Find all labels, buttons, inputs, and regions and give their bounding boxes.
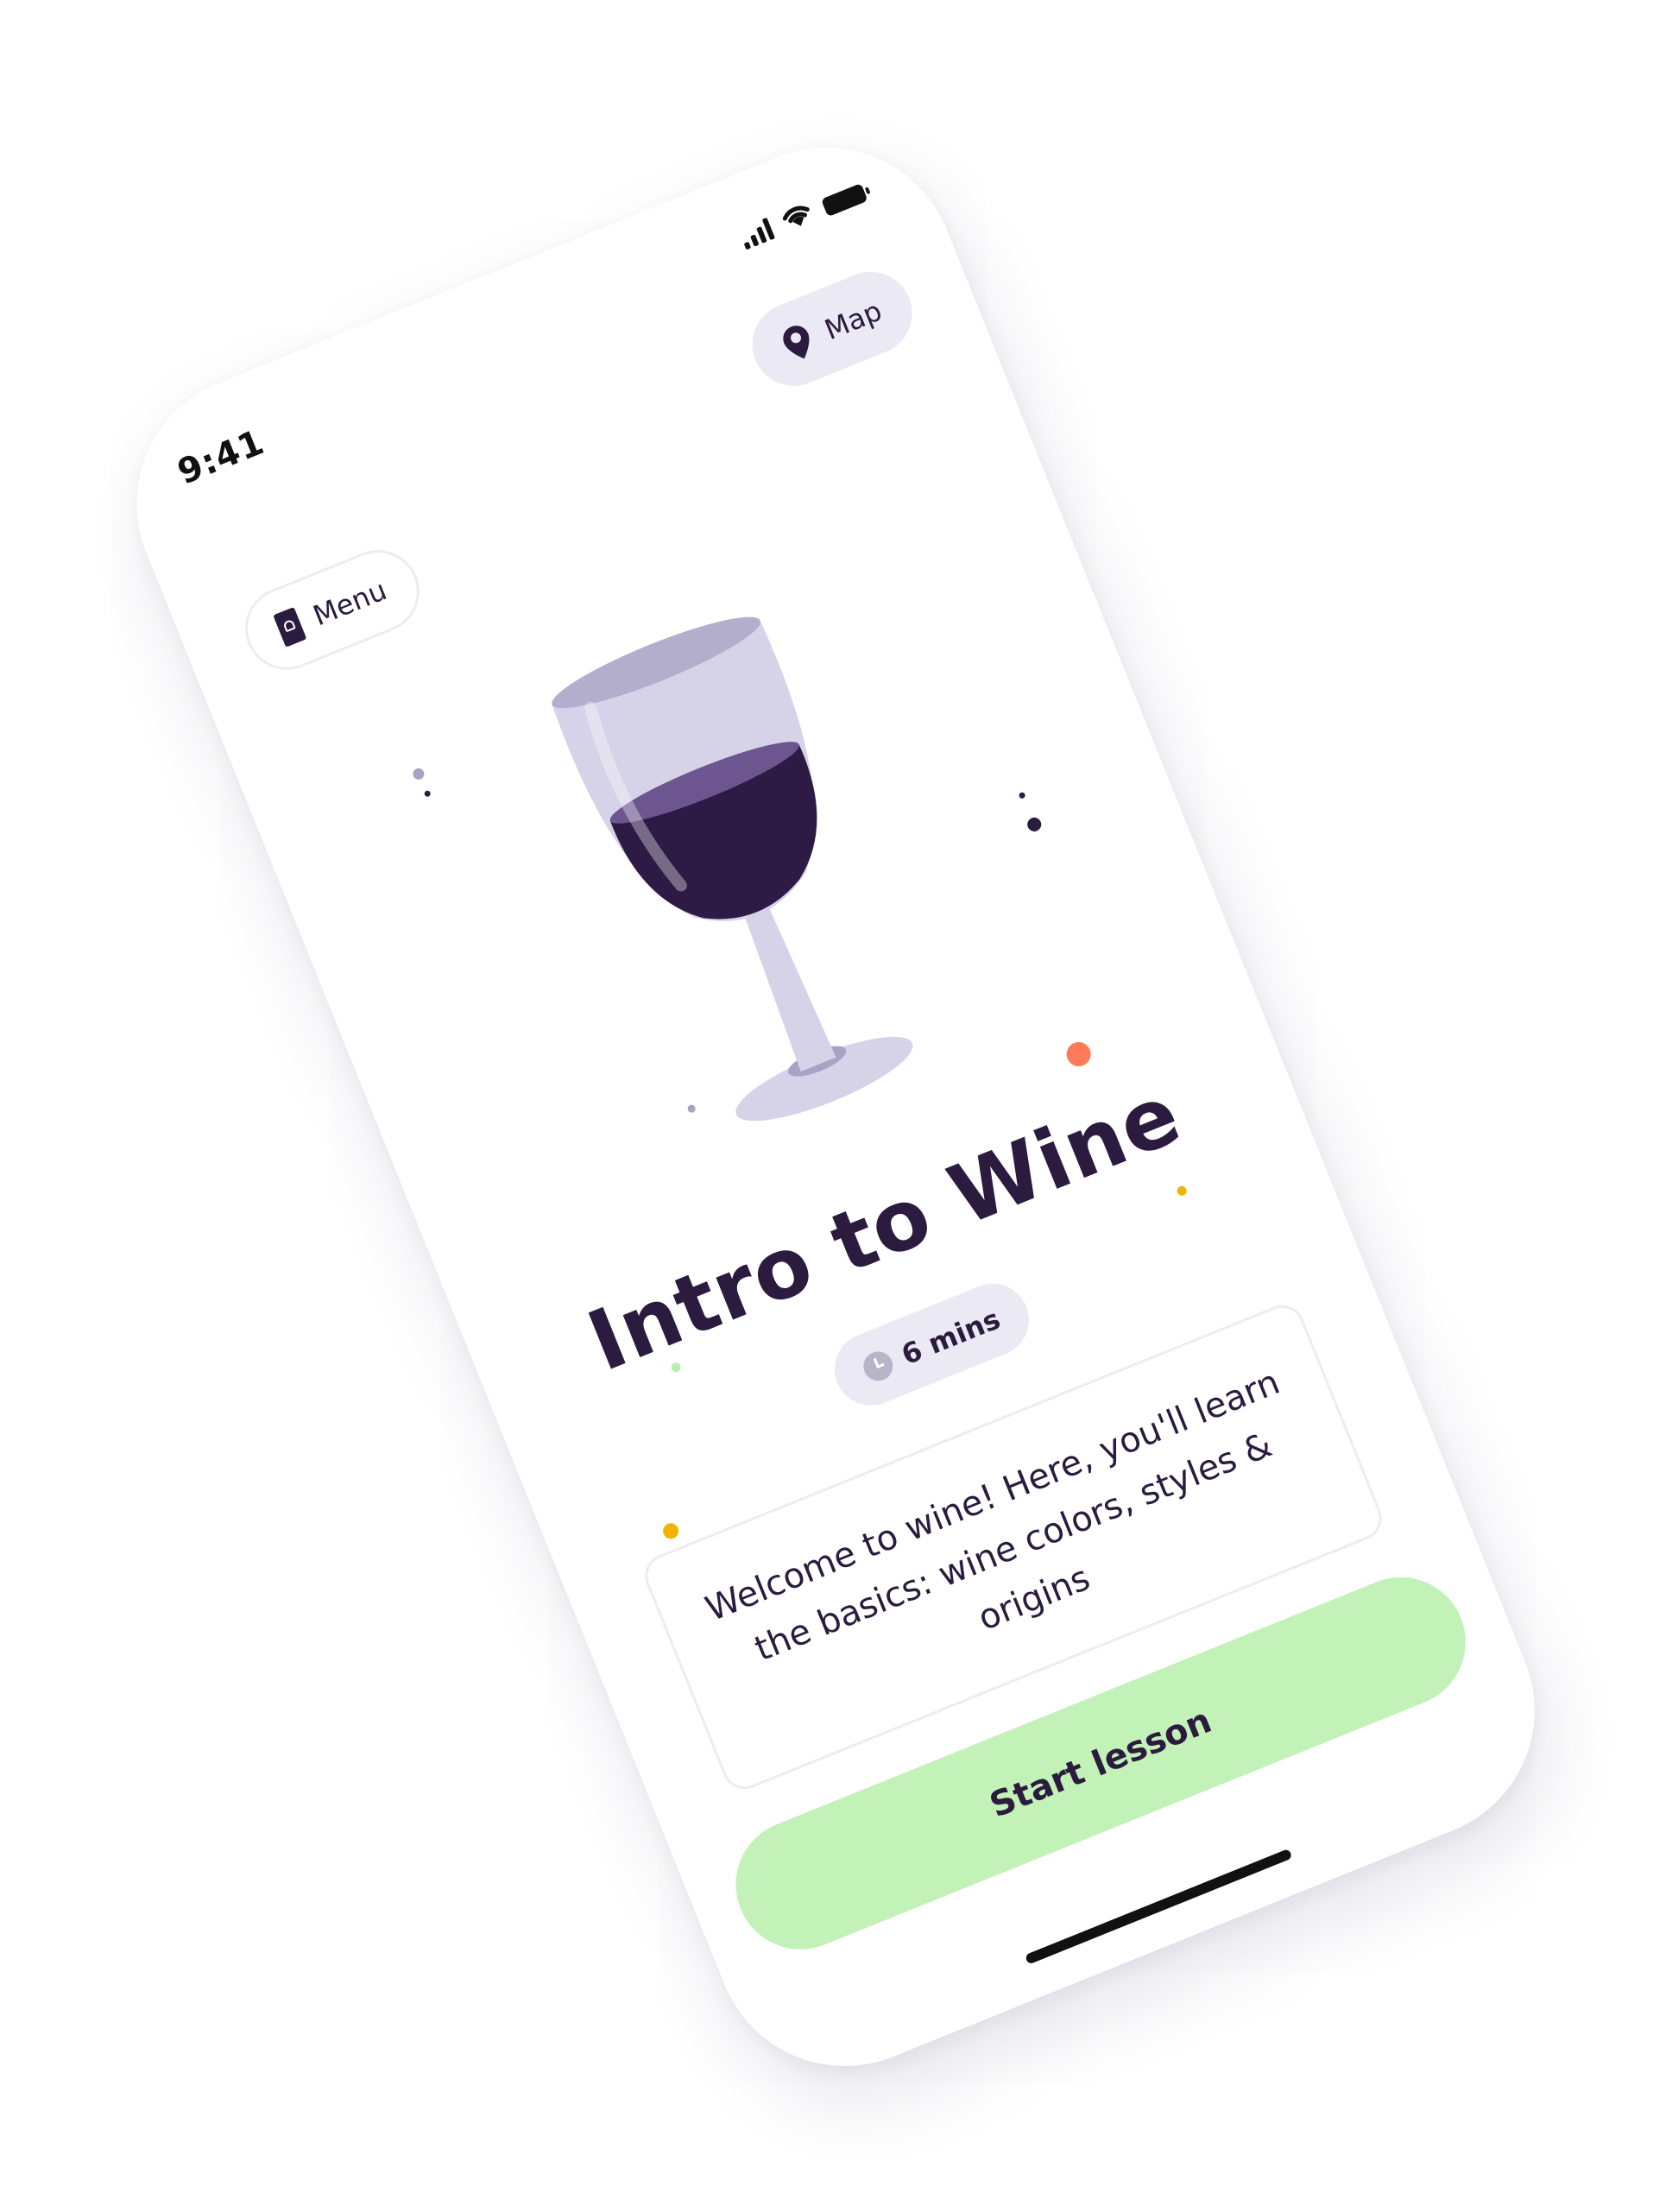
- mockup-stage: 9:41 Menu Map Intro to Wine 6 mins Welco…: [0, 0, 1672, 2212]
- confetti-dot: [423, 789, 432, 798]
- battery-icon: [820, 183, 868, 218]
- cellular-signal-icon: [738, 217, 776, 250]
- map-button[interactable]: Map: [740, 259, 925, 399]
- wifi-icon: [782, 205, 810, 226]
- menu-label: Menu: [308, 573, 392, 633]
- phone-screen: 9:41 Menu Map Intro to Wine 6 mins Welco…: [97, 108, 1574, 2106]
- menu-button[interactable]: Menu: [232, 537, 432, 683]
- duration-label: 6 mins: [896, 1302, 1006, 1372]
- confetti-dot: [1018, 791, 1026, 799]
- confetti-dot: [660, 1520, 681, 1541]
- wine-glass-illustration: [424, 535, 1057, 1206]
- status-time: 9:41: [172, 422, 270, 493]
- map-pin-icon: [778, 319, 819, 366]
- confetti-dot: [411, 766, 426, 781]
- confetti-dot: [1063, 1038, 1095, 1071]
- clock-icon: [859, 1347, 898, 1386]
- status-icons: [737, 179, 868, 250]
- confetti-dot: [1025, 815, 1044, 834]
- home-indicator[interactable]: [1024, 1848, 1293, 1965]
- duration-badge: 6 mins: [823, 1273, 1040, 1417]
- wine-menu-icon: [273, 606, 307, 648]
- confetti-dot: [1176, 1185, 1189, 1198]
- map-label: Map: [820, 294, 886, 347]
